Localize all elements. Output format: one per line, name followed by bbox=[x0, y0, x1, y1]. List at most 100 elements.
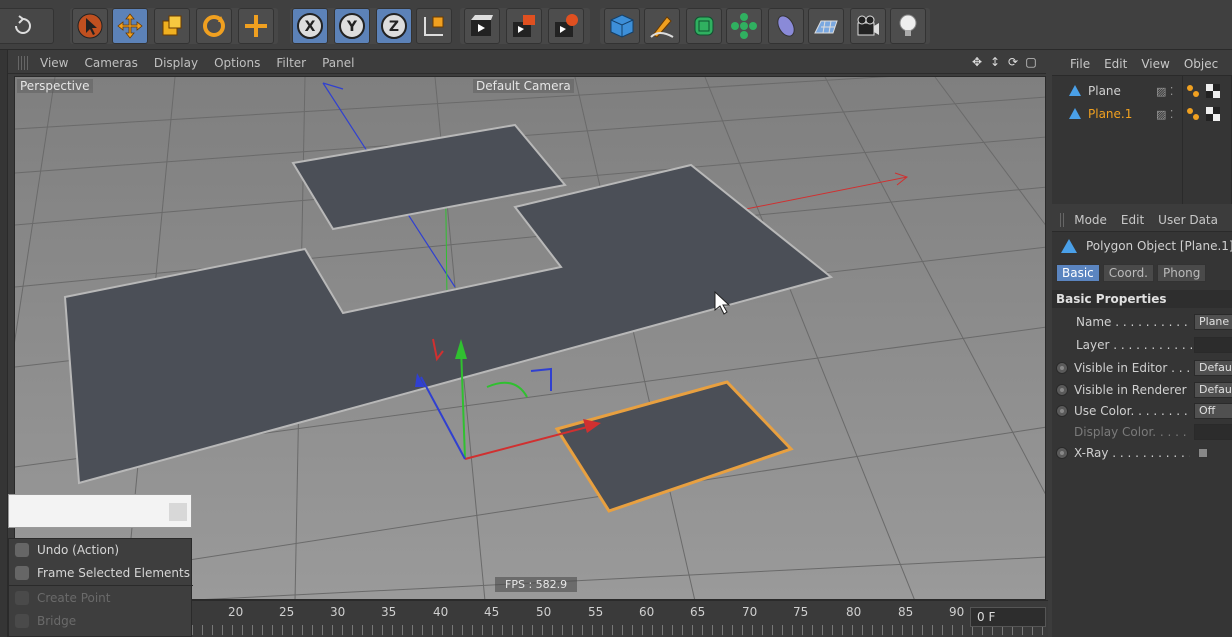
command-input[interactable] bbox=[8, 494, 192, 528]
viewport-nav-icons: ✥ ↕ ⟳ ▢ bbox=[970, 55, 1038, 69]
menu-view[interactable]: View bbox=[1141, 57, 1169, 71]
menu-display[interactable]: Display bbox=[154, 56, 198, 70]
z-axis-lock-button[interactable]: Z bbox=[376, 8, 412, 44]
visibility-flags[interactable]: ▨ ⁚ bbox=[1156, 85, 1173, 98]
timeline[interactable]: 20 25 30 35 40 45 50 55 60 65 70 75 80 8… bbox=[192, 600, 1048, 637]
polygon-object-icon bbox=[1069, 108, 1081, 119]
deformer-button[interactable] bbox=[768, 8, 804, 44]
animate-radio[interactable] bbox=[1056, 405, 1068, 417]
tab-basic[interactable]: Basic bbox=[1056, 264, 1100, 282]
cube-primitive-button[interactable] bbox=[604, 8, 640, 44]
layer-field[interactable] bbox=[1194, 337, 1232, 353]
subdivision-icon bbox=[694, 16, 714, 36]
texture-tag-icon[interactable] bbox=[1206, 107, 1220, 121]
visible-renderer-dropdown[interactable]: Defau bbox=[1194, 382, 1232, 398]
light-button[interactable] bbox=[890, 8, 926, 44]
dolly-view-icon[interactable]: ↕ bbox=[988, 55, 1002, 69]
object-title: Polygon Object [Plane.1] bbox=[1086, 239, 1232, 253]
move-tool-button[interactable] bbox=[112, 8, 148, 44]
use-color-dropdown[interactable]: Off bbox=[1194, 403, 1232, 419]
visibility-flags[interactable]: ▨ ⁚ bbox=[1156, 108, 1173, 121]
section-header[interactable]: Basic Properties bbox=[1052, 290, 1232, 308]
menu-item-frame-selected[interactable]: Frame Selected Elements bbox=[9, 562, 193, 584]
floor-icon bbox=[814, 20, 838, 34]
display-color-swatch[interactable] bbox=[1194, 424, 1232, 440]
render-picture-viewer-button[interactable] bbox=[506, 8, 542, 44]
name-field[interactable]: Plane bbox=[1194, 314, 1232, 330]
menu-options[interactable]: Options bbox=[214, 56, 260, 70]
menu-user-data[interactable]: User Data bbox=[1158, 213, 1218, 227]
coordinate-system-button[interactable] bbox=[416, 8, 452, 44]
y-axis-lock-button[interactable]: Y bbox=[334, 8, 370, 44]
panel-grip[interactable] bbox=[18, 55, 30, 70]
select-tool-button[interactable] bbox=[72, 8, 108, 44]
current-frame-field[interactable]: 0 F bbox=[970, 607, 1046, 627]
animate-radio[interactable] bbox=[1056, 447, 1068, 459]
rotate-tool-button[interactable] bbox=[196, 8, 232, 44]
menu-edit[interactable]: Edit bbox=[1104, 57, 1127, 71]
floor-button[interactable] bbox=[808, 8, 844, 44]
command-input-button[interactable] bbox=[169, 503, 187, 521]
menu-item-undo[interactable]: Undo (Action) bbox=[9, 539, 193, 561]
menu-file[interactable]: File bbox=[1070, 57, 1090, 71]
render-view-button[interactable] bbox=[464, 8, 500, 44]
attribute-title: Polygon Object [Plane.1] bbox=[1060, 238, 1232, 254]
menu-view[interactable]: View bbox=[40, 56, 68, 70]
animate-radio[interactable] bbox=[1056, 362, 1068, 374]
menu-mode[interactable]: Mode bbox=[1074, 213, 1107, 227]
object-row-plane1[interactable]: Plane.1 ▨ ⁚ bbox=[1058, 104, 1220, 124]
array-button[interactable] bbox=[726, 8, 762, 44]
menu-cameras[interactable]: Cameras bbox=[84, 56, 137, 70]
x-axis-lock-icon: X bbox=[297, 13, 323, 39]
toggle-views-icon[interactable]: ▢ bbox=[1024, 55, 1038, 69]
prop-label: X-Ray . . . . . . . . . . . bbox=[1074, 446, 1190, 460]
phong-tag-icon[interactable] bbox=[1186, 107, 1200, 121]
render-view-icon bbox=[471, 15, 493, 36]
polygon-object-icon bbox=[1061, 239, 1077, 253]
menu-item-label: Undo (Action) bbox=[37, 543, 120, 557]
undo-icon bbox=[15, 15, 31, 34]
perspective-label[interactable]: Perspective bbox=[17, 79, 93, 93]
attribute-manager: Polygon Object [Plane.1] Basic Coord. Ph… bbox=[1052, 232, 1232, 637]
timeline-tick: 60 bbox=[639, 605, 655, 619]
visible-editor-dropdown[interactable]: Defau bbox=[1194, 360, 1232, 376]
rotate-view-icon[interactable]: ⟳ bbox=[1006, 55, 1020, 69]
y-axis-lock-icon: Y bbox=[339, 13, 365, 39]
timeline-ruler[interactable] bbox=[192, 625, 1048, 635]
polygon-object-icon bbox=[1069, 85, 1081, 96]
main-toolbar: X Y Z bbox=[0, 0, 1232, 50]
tab-coord[interactable]: Coord. bbox=[1102, 264, 1154, 282]
menu-item-create-point[interactable]: Create Point bbox=[9, 587, 193, 609]
menu-item-bridge[interactable]: Bridge bbox=[9, 610, 193, 632]
camera-label[interactable]: Default Camera bbox=[473, 79, 574, 93]
menu-filter[interactable]: Filter bbox=[276, 56, 306, 70]
context-menu: Undo (Action) Frame Selected Elements Cr… bbox=[8, 538, 193, 637]
select-tool-icon bbox=[77, 13, 103, 39]
menu-objects[interactable]: Objec bbox=[1184, 57, 1218, 71]
xray-checkbox[interactable] bbox=[1198, 448, 1208, 458]
panel-grip[interactable] bbox=[1060, 212, 1065, 227]
render-settings-button[interactable] bbox=[548, 8, 584, 44]
move-tool-icon bbox=[117, 13, 143, 39]
spline-pen-button[interactable] bbox=[644, 8, 680, 44]
coordinate-system-icon bbox=[424, 16, 444, 36]
menu-item-label: Create Point bbox=[37, 591, 111, 605]
subdivision-button[interactable] bbox=[686, 8, 722, 44]
camera-button[interactable] bbox=[850, 8, 886, 44]
scale-tool-button[interactable] bbox=[154, 8, 190, 44]
timeline-tick: 35 bbox=[381, 605, 397, 619]
undo-button[interactable] bbox=[0, 8, 54, 44]
live-select-button[interactable] bbox=[238, 8, 274, 44]
x-axis-lock-button[interactable]: X bbox=[292, 8, 328, 44]
object-manager: Plane ▨ ⁚ Plane.1 ▨ ⁚ bbox=[1052, 76, 1232, 204]
object-row-plane[interactable]: Plane ▨ ⁚ bbox=[1058, 81, 1220, 101]
tab-phong[interactable]: Phong bbox=[1157, 264, 1207, 282]
menu-edit[interactable]: Edit bbox=[1121, 213, 1144, 227]
texture-tag-icon[interactable] bbox=[1206, 84, 1220, 98]
pan-view-icon[interactable]: ✥ bbox=[970, 55, 984, 69]
phong-tag-icon[interactable] bbox=[1186, 84, 1200, 98]
scale-tool-icon bbox=[162, 15, 182, 36]
menu-panel[interactable]: Panel bbox=[322, 56, 354, 70]
timeline-tick: 80 bbox=[846, 605, 862, 619]
animate-radio[interactable] bbox=[1056, 384, 1068, 396]
